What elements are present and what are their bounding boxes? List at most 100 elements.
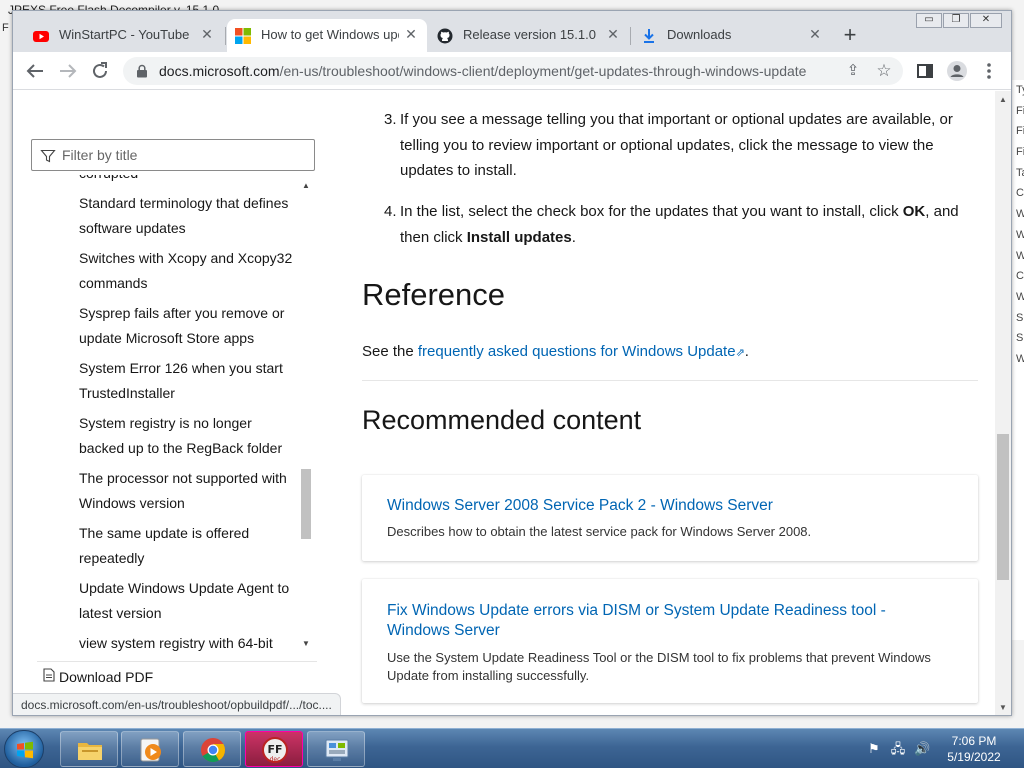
toc-filter[interactable]: [31, 139, 315, 171]
divider: [362, 380, 978, 381]
card-title[interactable]: Fix Windows Update errors via DISM or Sy…: [387, 601, 947, 641]
close-tab-icon[interactable]: ✕: [807, 26, 823, 42]
toc-list: corrupted Standard terminology that defi…: [31, 175, 301, 657]
windows-logo-icon: [17, 741, 33, 759]
filter-icon: [40, 149, 56, 163]
download-pdf-label: Download PDF: [59, 669, 154, 685]
toc-scrollbar[interactable]: ▲ ▼: [299, 179, 313, 649]
step-3: 3. If you see a message telling you that…: [362, 107, 978, 184]
scroll-up-icon[interactable]: ▲: [998, 95, 1008, 105]
page-content: corrupted Standard terminology that defi…: [13, 91, 1011, 715]
clock-date: 5/19/2022: [947, 750, 1001, 764]
toc-scroll-thumb[interactable]: [301, 469, 311, 539]
ffdec-icon: FFdec: [262, 737, 288, 763]
external-link-icon: ⇗: [735, 347, 745, 359]
menu-kebab-icon[interactable]: [977, 59, 1001, 83]
page-scrollbar[interactable]: ▲ ▼: [995, 91, 1011, 715]
bookmark-star-icon[interactable]: ☆: [874, 61, 894, 81]
taskbar: FF dec ⚑ 🖧 🔊 7:06 PM 5/19/2022: [0, 728, 1024, 768]
tab-title: How to get Windows updates: [261, 27, 399, 42]
start-button[interactable]: [4, 730, 44, 768]
download-pdf-link[interactable]: Download PDF: [37, 661, 317, 689]
url-path: /en-us/troubleshoot/windows-client/deplo…: [279, 63, 807, 79]
toc-item[interactable]: Update Windows Update Agent to latest ve…: [31, 576, 301, 627]
reference-paragraph: See the frequently asked questions for W…: [362, 343, 749, 360]
taskbar-clock[interactable]: 7:06 PM 5/19/2022: [932, 733, 1016, 765]
toc-item[interactable]: System Error 126 when you start TrustedI…: [31, 356, 301, 407]
pdf-document-icon: [43, 668, 55, 682]
taskbar-ffdec[interactable]: FF dec: [245, 731, 303, 767]
svg-text:dec: dec: [270, 756, 281, 763]
tab-microsoft-docs[interactable]: How to get Windows updates ✕: [227, 19, 427, 52]
step-text: In the list, select the check box for th…: [400, 203, 959, 246]
close-window-button[interactable]: ✕: [970, 13, 1002, 28]
close-tab-icon[interactable]: ✕: [199, 26, 215, 42]
lock-icon[interactable]: [135, 64, 149, 78]
table-of-contents: corrupted Standard terminology that defi…: [31, 175, 315, 657]
toc-item[interactable]: The processor not supported with Windows…: [31, 466, 301, 517]
minimize-button[interactable]: ▭: [916, 13, 942, 28]
taskbar-explorer[interactable]: [60, 731, 118, 767]
restore-button[interactable]: ❐: [943, 13, 969, 28]
step-number: 4.: [384, 203, 397, 220]
tab-youtube[interactable]: WinStartPC - YouTube ✕: [25, 19, 223, 52]
taskbar-media-player[interactable]: [121, 731, 179, 767]
tab-github-release[interactable]: Release version 15.1.0 · jindrapetrik/jp…: [429, 19, 629, 52]
install-updates-text: Install updates: [466, 228, 572, 246]
media-player-icon: [140, 738, 161, 762]
recommended-card[interactable]: Windows Server 2008 Service Pack 2 - Win…: [362, 475, 978, 561]
volume-icon[interactable]: 🔊: [914, 741, 930, 757]
card-title[interactable]: Windows Server 2008 Service Pack 2 - Win…: [387, 496, 947, 516]
page-scroll-thumb[interactable]: [997, 434, 1009, 580]
toc-item[interactable]: The same update is offered repeatedly: [31, 521, 301, 572]
faq-windows-update-link[interactable]: frequently asked questions for Windows U…: [418, 343, 736, 360]
recommended-heading: Recommended content: [362, 405, 642, 435]
filter-input[interactable]: [62, 145, 302, 165]
back-arrow-icon[interactable]: [23, 59, 47, 83]
microsoft-icon: [235, 28, 251, 44]
new-tab-button[interactable]: +: [839, 24, 861, 47]
control-panel-icon: [325, 739, 349, 761]
toc-item[interactable]: view system registry with 64-bit: [31, 631, 301, 657]
action-center-flag-icon[interactable]: ⚑: [866, 741, 882, 757]
scroll-up-icon[interactable]: ▲: [301, 181, 311, 191]
toc-item[interactable]: Switches with Xcopy and Xcopy32 commands: [31, 246, 301, 297]
scroll-down-icon[interactable]: ▼: [998, 703, 1008, 713]
toc-item[interactable]: corrupted: [31, 175, 301, 187]
link-status-bubble: docs.microsoft.com/en-us/troubleshoot/op…: [13, 693, 341, 715]
chrome-icon: [201, 738, 225, 763]
close-tab-icon[interactable]: ✕: [403, 26, 419, 42]
ok-text: OK: [902, 203, 926, 220]
network-icon[interactable]: 🖧: [890, 741, 906, 757]
scroll-down-icon[interactable]: ▼: [301, 639, 311, 649]
browser-window: ▭ ❐ ✕ WinStartPC - YouTube ✕ How to get …: [12, 10, 1012, 716]
step-4: 4. In the list, select the check box for…: [362, 199, 978, 250]
youtube-icon: [33, 31, 49, 42]
close-tab-icon[interactable]: ✕: [605, 26, 621, 42]
browser-toolbar: docs.microsoft.com/en-us/troubleshoot/wi…: [13, 52, 1011, 90]
folder-icon: [78, 743, 102, 760]
svg-text:FF: FF: [267, 743, 282, 756]
card-description: Use the System Update Readiness Tool or …: [387, 650, 931, 683]
address-bar[interactable]: docs.microsoft.com/en-us/troubleshoot/wi…: [123, 57, 903, 85]
toc-item[interactable]: Sysprep fails after you remove or update…: [31, 301, 301, 352]
toc-item[interactable]: System registry is no longer backed up t…: [31, 411, 301, 462]
side-panel-icon[interactable]: [913, 59, 937, 83]
forward-arrow-icon[interactable]: [56, 59, 80, 83]
tab-separator: [630, 27, 631, 45]
share-icon[interactable]: ⇪: [843, 61, 863, 81]
tab-strip: ▭ ❐ ✕ WinStartPC - YouTube ✕ How to get …: [13, 11, 1011, 52]
tab-title: Release version 15.1.0 · jindrapetrik/jp…: [463, 27, 599, 42]
tab-title: Downloads: [667, 27, 732, 42]
recommended-card[interactable]: Fix Windows Update errors via DISM or Sy…: [362, 579, 978, 703]
taskbar-chrome[interactable]: [183, 731, 241, 767]
taskbar-control-panel[interactable]: [307, 731, 365, 767]
url-text: docs.microsoft.com/en-us/troubleshoot/wi…: [159, 63, 806, 79]
tab-downloads[interactable]: Downloads ✕: [633, 19, 831, 52]
background-app-letter: F: [2, 22, 9, 34]
reload-icon[interactable]: [88, 59, 112, 83]
tab-separator: [225, 27, 226, 45]
url-host: docs.microsoft.com: [159, 63, 280, 79]
profile-avatar-icon[interactable]: [945, 59, 969, 83]
toc-item[interactable]: Standard terminology that defines softwa…: [31, 191, 301, 242]
